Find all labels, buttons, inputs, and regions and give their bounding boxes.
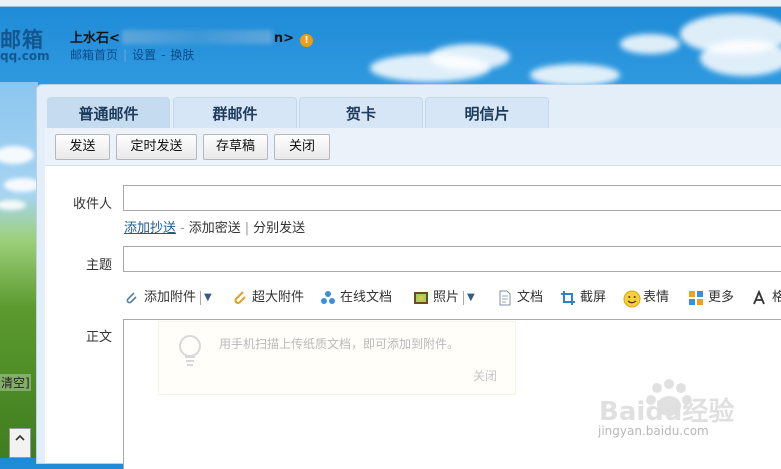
photo-icon xyxy=(413,290,429,306)
large-attachment-button[interactable]: 超大附件 xyxy=(232,288,304,308)
large-attachment-label: 超大附件 xyxy=(252,290,305,305)
tab-label: 群邮件 xyxy=(212,105,258,123)
scan-tip-text: 用手机扫描上传纸质文档，即可添加到附件。 xyxy=(219,337,460,351)
tab-label: 贺卡 xyxy=(345,105,376,123)
format-text-icon xyxy=(752,289,768,306)
divider: - xyxy=(161,48,166,62)
online-doc-icon xyxy=(320,290,336,306)
add-attachment-button[interactable]: 添加附件 ▼ xyxy=(124,288,212,308)
online-doc-button[interactable]: 在线文档 xyxy=(320,288,392,308)
scroll-up-button[interactable] xyxy=(9,428,31,458)
divider: | xyxy=(123,48,128,62)
to-label: 收件人 xyxy=(72,197,112,212)
close-button[interactable]: 关闭 xyxy=(274,134,330,160)
large-paperclip-icon xyxy=(232,290,248,306)
tab-group-mail[interactable]: 群邮件 xyxy=(173,97,297,128)
scenery-cloud xyxy=(0,146,34,164)
left-clear-link[interactable]: 清空] xyxy=(0,374,31,391)
sky-cloud xyxy=(620,34,680,54)
more-button[interactable]: 更多 xyxy=(688,288,734,308)
format-button[interactable]: 格 xyxy=(752,288,781,308)
document-icon xyxy=(497,290,513,306)
grid-icon xyxy=(688,290,704,306)
divider: | xyxy=(244,221,250,236)
chevron-down-icon[interactable]: ▼ xyxy=(463,291,475,305)
settings-link[interactable]: 设置 xyxy=(132,48,156,62)
lightbulb-icon xyxy=(179,335,201,366)
add-bcc-link[interactable]: 添加密送 xyxy=(189,221,241,236)
smiley-icon xyxy=(623,290,641,308)
user-name-prefix: 上水石< xyxy=(70,31,120,46)
save-draft-button[interactable]: 存草稿 xyxy=(203,134,268,160)
change-skin-link[interactable]: 换肤 xyxy=(170,48,194,62)
scenery-cloud xyxy=(0,200,26,210)
screenshot-label: 截屏 xyxy=(580,290,607,305)
tab-label: 明信片 xyxy=(464,105,510,123)
subject-field[interactable] xyxy=(123,246,781,272)
paperclip-icon xyxy=(124,290,140,306)
document-button[interactable]: 文档 xyxy=(497,288,543,308)
screenshot-button[interactable]: 截屏 xyxy=(560,288,606,308)
document-label: 文档 xyxy=(517,290,544,305)
format-label: 格 xyxy=(772,290,781,305)
browser-top-border xyxy=(0,0,781,7)
chevron-down-icon[interactable]: ▼ xyxy=(200,291,212,305)
separate-send-link[interactable]: 分别发送 xyxy=(253,221,305,236)
user-name-suffix: n> xyxy=(273,31,295,46)
mailbox-home-link[interactable]: 邮箱首页 xyxy=(70,48,118,62)
chevron-up-icon xyxy=(14,434,26,447)
tab-greeting-card[interactable]: 贺卡 xyxy=(299,97,423,128)
photo-label: 照片 xyxy=(433,290,460,305)
sky-cloud xyxy=(700,40,781,76)
add-attachment-label: 添加附件 xyxy=(144,290,197,305)
watermark-url: jingyan.baidu.com xyxy=(598,424,709,438)
logo-domain: qq.com xyxy=(0,49,50,63)
send-button[interactable]: 发送 xyxy=(55,134,110,160)
emoji-label: 表情 xyxy=(643,290,670,305)
sky-cloud xyxy=(530,64,620,86)
tab-postcard[interactable]: 明信片 xyxy=(425,97,549,128)
sky-cloud xyxy=(430,44,510,70)
screenshot-icon xyxy=(560,290,576,306)
tab-label: 普通邮件 xyxy=(78,105,139,123)
subject-label: 主题 xyxy=(85,258,112,273)
background-scenery xyxy=(0,82,38,458)
body-label: 正文 xyxy=(85,330,112,345)
exclamation-circle-icon[interactable]: ! xyxy=(300,34,314,47)
to-field[interactable] xyxy=(123,185,781,211)
add-cc-link[interactable]: 添加抄送 xyxy=(124,221,176,236)
scan-tip-panel xyxy=(158,321,516,395)
emoji-button[interactable]: 表情 xyxy=(623,288,669,308)
watermark-brand-text: Baidu经验 xyxy=(599,396,734,427)
user-account: 上水石< n>! xyxy=(70,27,314,47)
schedule-send-button[interactable]: 定时发送 xyxy=(116,134,197,160)
photo-button[interactable]: 照片 ▼ xyxy=(413,288,475,308)
divider: - xyxy=(180,221,185,236)
header-links: 邮箱首页 | 设置 - 换肤 xyxy=(70,46,194,63)
recipient-options: 添加抄送 - 添加密送 | 分别发送 xyxy=(124,217,305,236)
more-label: 更多 xyxy=(708,290,735,305)
online-doc-label: 在线文档 xyxy=(340,290,393,305)
scenery-cloud xyxy=(4,178,38,192)
tip-close-link[interactable]: 关闭 xyxy=(473,367,497,384)
redacted-email xyxy=(121,30,272,44)
tab-normal-mail[interactable]: 普通邮件 xyxy=(47,97,170,128)
